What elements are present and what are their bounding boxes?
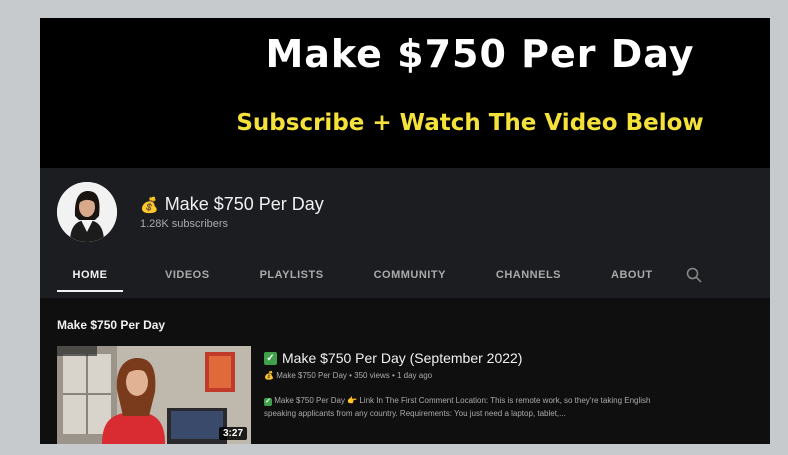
money-bag-icon: 💰 [264, 371, 274, 380]
home-content: Make $750 Per Day 3:27 ✓ Make $750 Per D… [40, 298, 770, 444]
video-thumbnail[interactable]: 3:27 [57, 346, 251, 444]
tab-channels[interactable]: CHANNELS [496, 258, 561, 292]
tab-playlists[interactable]: PLAYLISTS [260, 258, 324, 292]
channel-banner: Make $750 Per Day Subscribe + Watch The … [40, 18, 770, 168]
video-meta: 💰 Make $750 Per Day • 350 views • 1 day … [264, 371, 432, 380]
channel-name-text: Make $750 Per Day [164, 194, 324, 214]
youtube-channel-page: Make $750 Per Day Subscribe + Watch The … [40, 18, 770, 444]
video-duration: 3:27 [218, 427, 247, 440]
channel-name[interactable]: 💰 Make $750 Per Day [140, 194, 324, 215]
video-description: ✓ Make $750 Per Day 👉 Link In The First … [264, 394, 724, 420]
channel-avatar[interactable] [57, 182, 117, 242]
section-title: Make $750 Per Day [57, 318, 166, 332]
check-mark-icon: ✓ [264, 398, 272, 406]
channel-tabs: HOME VIDEOS PLAYLISTS COMMUNITY CHANNELS… [57, 258, 653, 292]
tab-about[interactable]: ABOUT [611, 258, 653, 292]
video-description-line2: speaking applicants from any country. Re… [264, 409, 566, 418]
video-description-line1: Make $750 Per Day 👉 Link In The First Co… [274, 396, 651, 405]
check-mark-icon: ✓ [264, 351, 277, 365]
search-icon[interactable] [686, 267, 702, 283]
video-title[interactable]: ✓ Make $750 Per Day (September 2022) [264, 350, 522, 366]
tab-home[interactable]: HOME [57, 258, 123, 292]
money-bag-icon: 💰 [140, 196, 159, 214]
banner-title: Make $750 Per Day [265, 32, 695, 76]
channel-header: 💰 Make $750 Per Day 1.28K subscribers HO… [40, 168, 770, 298]
video-title-text: Make $750 Per Day (September 2022) [282, 350, 523, 366]
banner-subtitle: Subscribe + Watch The Video Below [236, 110, 704, 136]
video-meta-text: Make $750 Per Day • 350 views • 1 day ag… [276, 371, 433, 380]
tab-videos[interactable]: VIDEOS [165, 258, 210, 292]
tab-community[interactable]: COMMUNITY [374, 258, 446, 292]
subscriber-count: 1.28K subscribers [140, 218, 229, 230]
